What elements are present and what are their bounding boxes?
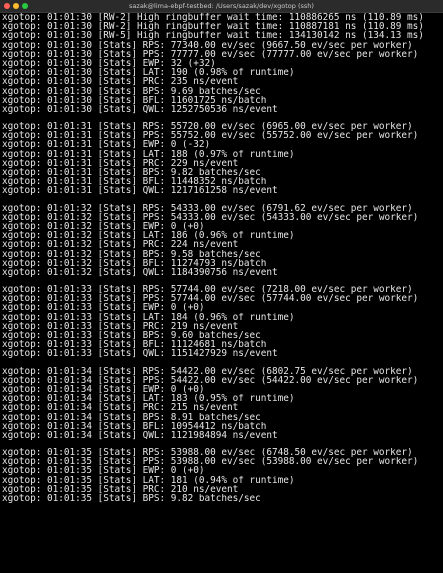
log-line: xgotop: 01:01:30 [Stats] EWP: 32 (+32)	[2, 58, 216, 69]
log-line: xgotop: 01:01:35 [Stats] BPS: 9.82 batch…	[2, 494, 261, 504]
log-line: xgotop: 01:01:33 [Stats] BPS: 9.60 batch…	[2, 331, 261, 341]
log-line: xgotop: 01:01:33 [Stats] BFL: 11124681 n…	[2, 340, 267, 350]
log-line: xgotop: 01:01:35 [Stats] PRC: 210 ns/eve…	[2, 484, 239, 494]
terminal-window: sazak@lima-ebpf-testbed: /Users/sazak/de…	[0, 0, 443, 573]
log-line: xgotop: 01:01:32 [Stats] LAT: 186 (0.96%…	[2, 231, 295, 241]
log-line: xgotop: 01:01:31 [Stats] RPS: 55720.00 e…	[2, 122, 413, 132]
log-line: xgotop: 01:01:30 [Stats] PPS: 77777.00 e…	[2, 49, 419, 59]
log-line: xgotop: 01:01:31 [Stats] EWP: 0 (-32)	[2, 140, 211, 150]
log-line: xgotop: 01:01:30 [Stats] BFL: 11601725 n…	[2, 95, 267, 105]
log-line: xgotop: 01:01:30 [Stats] BPS: 9.69 batch…	[2, 86, 261, 96]
log-line: xgotop: 01:01:31 [Stats] PPS: 55752.00 e…	[2, 131, 419, 141]
log-line: xgotop: 01:01:31 [Stats] BFL: 11448352 n…	[2, 177, 267, 187]
log-line: xgotop: 01:01:30 [Stats] LAT: 190 (0.98%…	[2, 68, 295, 78]
log-line: xgotop: 01:01:32 [Stats] BFL: 11274793 n…	[2, 258, 267, 268]
log-line: xgotop: 01:01:32 [Stats] QWL: 1184390756…	[2, 267, 278, 278]
log-line: xgotop: 01:01:34 [Stats] LAT: 183 (0.95%…	[2, 394, 295, 404]
log-line: xgotop: 01:01:30 [Stats] QWL: 1252750536…	[2, 104, 278, 115]
log-line: xgotop: 01:01:32 [Stats] PPS: 54333.00 e…	[2, 212, 419, 222]
log-line: xgotop: 01:01:34 [Stats] RPS: 54422.00 e…	[2, 366, 413, 376]
log-line: xgotop: 01:01:34 [Stats] PPS: 54422.00 e…	[2, 375, 419, 385]
log-line: xgotop: 01:01:31 [Stats] LAT: 188 (0.97%…	[2, 149, 295, 159]
log-line: xgotop: 01:01:34 [Stats] BPS: 8.91 batch…	[2, 412, 261, 422]
log-line: xgotop: 01:01:32 [Stats] PRC: 224 ns/eve…	[2, 240, 239, 250]
close-icon[interactable]	[4, 3, 10, 9]
log-line: xgotop: 01:01:33 [Stats] LAT: 184 (0.96%…	[2, 312, 295, 322]
log-line: xgotop: 01:01:31 [Stats] QWL: 1217161258…	[2, 186, 278, 196]
log-line: xgotop: 01:01:30 [Stats] PRC: 235 ns/eve…	[2, 77, 239, 87]
log-line: xgotop: 01:01:35 [Stats] LAT: 181 (0.94%…	[2, 475, 295, 485]
log-line: xgotop: 01:01:33 [Stats] QWL: 1151427929…	[2, 349, 278, 359]
log-line: xgotop: 01:01:30 [RW-2] High ringbuffer …	[2, 22, 424, 32]
window-controls	[4, 3, 28, 9]
title-bar[interactable]: sazak@lima-ebpf-testbed: /Users/sazak/de…	[0, 0, 443, 13]
log-line: xgotop: 01:01:33 [Stats] RPS: 57744.00 e…	[2, 285, 413, 295]
log-line: xgotop: 01:01:35 [Stats] EWP: 0 (+0)	[2, 466, 205, 476]
log-line: xgotop: 01:01:31 [Stats] BPS: 9.82 batch…	[2, 168, 261, 178]
log-line: xgotop: 01:01:34 [Stats] PRC: 215 ns/eve…	[2, 403, 239, 413]
log-line: xgotop: 01:01:33 [Stats] PRC: 219 ns/eve…	[2, 321, 239, 331]
zoom-icon[interactable]	[22, 3, 28, 9]
log-line: xgotop: 01:01:33 [Stats] PPS: 57744.00 e…	[2, 294, 419, 304]
log-line: xgotop: 01:01:35 [Stats] RPS: 53988.00 e…	[2, 448, 413, 458]
log-line: xgotop: 01:01:30 [RW-2] High ringbuffer …	[2, 13, 424, 23]
log-line: xgotop: 01:01:35 [Stats] PPS: 53988.00 e…	[2, 457, 419, 467]
minimize-icon[interactable]	[13, 3, 19, 9]
log-line: xgotop: 01:01:34 [Stats] BFL: 10954412 n…	[2, 421, 267, 431]
terminal-output[interactable]: xgotop: 01:01:30 [RW-2] High ringbuffer …	[2, 13, 441, 573]
log-line: xgotop: 01:01:33 [Stats] EWP: 0 (+0)	[2, 303, 205, 313]
log-line: xgotop: 01:01:32 [Stats] EWP: 0 (+0)	[2, 221, 205, 232]
log-line: xgotop: 01:01:30 [RW-5] High ringbuffer …	[2, 31, 424, 41]
log-line: xgotop: 01:01:32 [Stats] RPS: 54333.00 e…	[2, 203, 413, 213]
log-line: xgotop: 01:01:30 [Stats] RPS: 77340.00 e…	[2, 40, 413, 50]
log-line: xgotop: 01:01:31 [Stats] PRC: 229 ns/eve…	[2, 158, 239, 168]
log-line: xgotop: 01:01:32 [Stats] BPS: 9.58 batch…	[2, 249, 261, 259]
log-line: xgotop: 01:01:34 [Stats] EWP: 0 (+0)	[2, 384, 205, 395]
log-line: xgotop: 01:01:34 [Stats] QWL: 1121984894…	[2, 430, 278, 441]
window-title: sazak@lima-ebpf-testbed: /Users/sazak/de…	[129, 2, 314, 10]
